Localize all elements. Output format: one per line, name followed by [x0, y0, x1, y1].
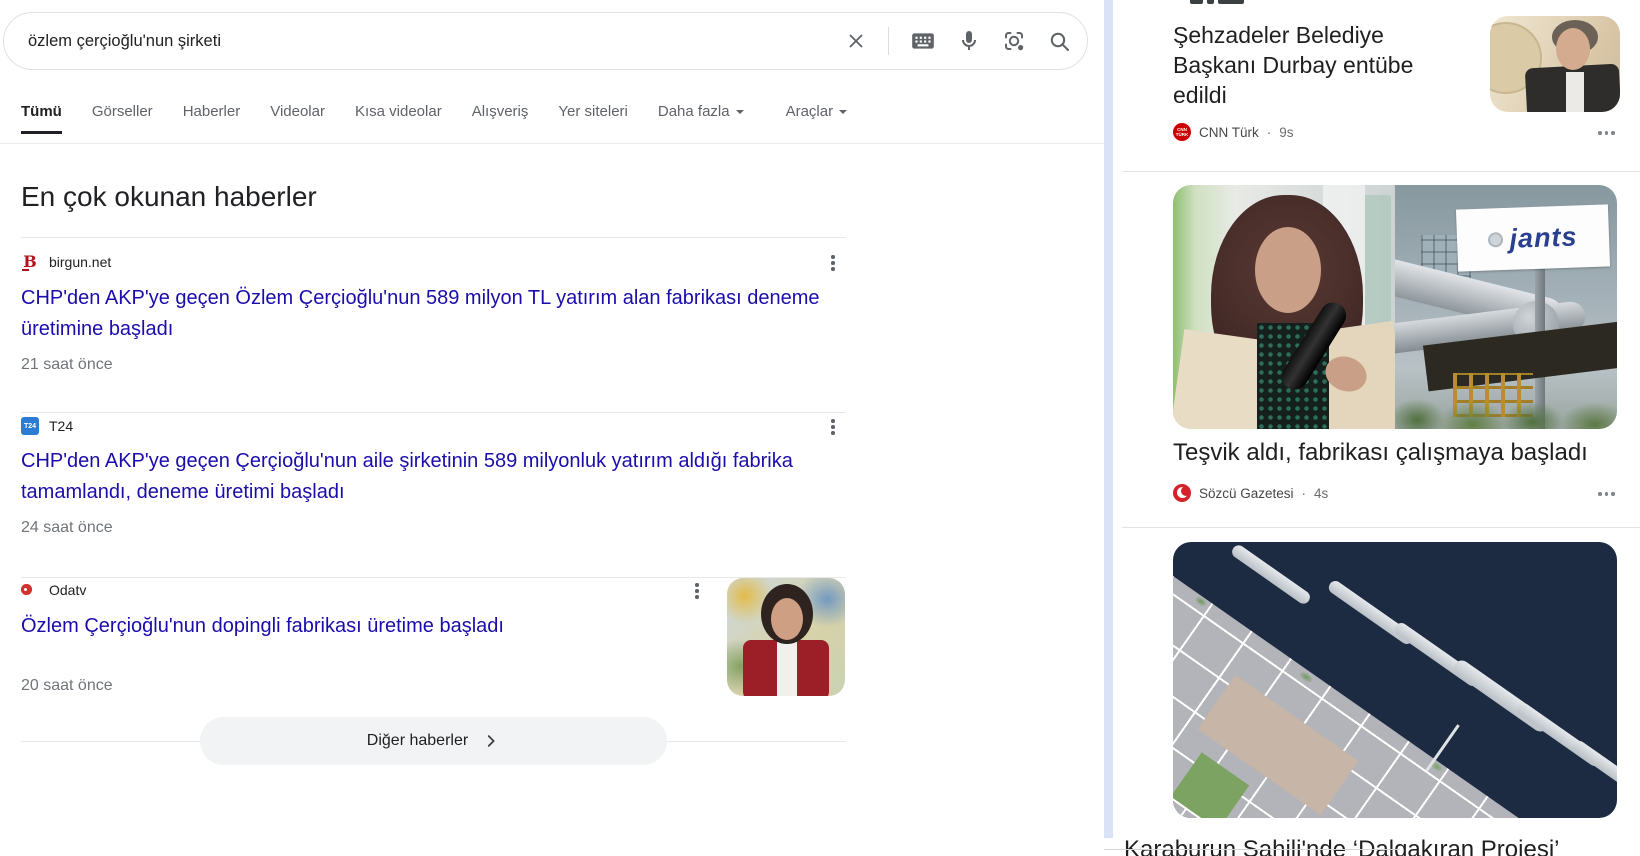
result-timestamp: 24 saat önce: [21, 519, 113, 537]
tab-kisa-videolar[interactable]: Kısa videolar: [355, 103, 442, 134]
panel-divider: [1122, 171, 1640, 172]
panel-divider: [1122, 527, 1640, 528]
keyboard-icon[interactable]: [910, 28, 936, 54]
tab-videolar[interactable]: Videolar: [270, 103, 325, 134]
panel-card-title-cut[interactable]: Karaburun Sahili'nde ‘Dalgakıran Projesi…: [1124, 836, 1560, 856]
divider: [21, 237, 846, 238]
result-menu-icon[interactable]: [824, 418, 842, 436]
odatv-favicon: [21, 581, 39, 599]
result-menu-icon[interactable]: [824, 254, 842, 272]
result-title-link[interactable]: CHP'den AKP'ye geçen Çerçioğlu'nun aile …: [21, 446, 836, 508]
tabs-divider: [0, 143, 1104, 144]
news-section-heading: En çok okunan haberler: [21, 181, 317, 213]
cnn-turk-favicon: CNNTÜRK: [1173, 123, 1191, 141]
panel-card-source-row: Sözcü Gazetesi · 4s: [1173, 484, 1328, 502]
factory-photo: jants: [1395, 185, 1617, 429]
lens-camera-icon[interactable]: [1002, 29, 1026, 53]
factory-sign: jants: [1456, 204, 1610, 271]
tab-haberler[interactable]: Haberler: [183, 103, 241, 134]
tab-tumu[interactable]: Tümü: [21, 103, 62, 134]
result-title-link[interactable]: CHP'den AKP'ye geçen Özlem Çerçioğlu'nun…: [21, 283, 836, 345]
panel-card-thumbnail[interactable]: [1490, 16, 1620, 112]
meta-dot: ·: [1267, 125, 1272, 140]
tab-araclar[interactable]: Araçlar: [786, 103, 848, 134]
more-news-button[interactable]: Diğer haberler: [200, 717, 667, 765]
result-timestamp: 20 saat önce: [21, 677, 113, 695]
sozcu-favicon: [1173, 484, 1191, 502]
panel-card-time: 9s: [1279, 125, 1293, 140]
meta-dot: ·: [1302, 486, 1307, 501]
t24-favicon: T24: [21, 417, 39, 435]
panel-card-image[interactable]: [1173, 542, 1617, 818]
birgun-favicon: B: [21, 253, 39, 271]
panel-card-menu-icon[interactable]: [1598, 492, 1615, 496]
search-input[interactable]: [28, 13, 648, 69]
result-source-name: Odatv: [49, 582, 86, 598]
result-title-link[interactable]: Özlem Çerçioğlu'nun dopingli fabrikası ü…: [21, 611, 671, 642]
search-bar-divider: [888, 27, 889, 55]
chevron-right-icon: [482, 732, 500, 750]
result-source-row: T24 T24: [21, 417, 73, 435]
result-source-name: birgun.net: [49, 254, 111, 270]
mic-icon[interactable]: [957, 29, 981, 53]
screen: Tümü Görseller Haberler Videolar Kısa vi…: [0, 0, 1640, 856]
breakwater: [1570, 738, 1617, 806]
result-source-name: T24: [49, 418, 73, 434]
clear-icon[interactable]: [845, 30, 867, 52]
clipped-text-fragment: [1218, 0, 1244, 4]
tab-daha-fazla[interactable]: Daha fazla: [658, 103, 744, 134]
tab-alisveris[interactable]: Alışveriş: [472, 103, 529, 134]
search-icon[interactable]: [1047, 29, 1071, 53]
divider: [21, 577, 846, 578]
panel-card-source: CNN Türk: [1199, 125, 1259, 140]
breakwater: [1230, 543, 1313, 606]
panel-card-title[interactable]: Teşvik aldı, fabrikası çalışmaya başladı: [1173, 438, 1623, 468]
speaker-photo: [1173, 185, 1395, 429]
result-source-row: Odatv: [21, 581, 86, 599]
panel-card-time: 4s: [1314, 486, 1328, 501]
panel-left-edge: [1104, 0, 1113, 838]
divider: [21, 412, 846, 413]
clipped-text-fragment: [1207, 0, 1214, 4]
panel-card-title[interactable]: Şehzadeler Belediye Başkanı Durbay entüb…: [1173, 20, 1441, 110]
tab-gorseller[interactable]: Görseller: [92, 103, 153, 134]
tab-yer-siteleri[interactable]: Yer siteleri: [558, 103, 627, 134]
panel-card-image[interactable]: jants: [1173, 185, 1617, 429]
clipped-text-fragment: [1190, 0, 1203, 4]
result-tabs: Tümü Görseller Haberler Videolar Kısa vi…: [21, 103, 847, 134]
result-thumbnail[interactable]: [727, 578, 845, 696]
result-source-row: B birgun.net: [21, 253, 111, 271]
panel-card-source-row: CNNTÜRK CNN Türk · 9s: [1173, 123, 1294, 141]
panel-card-menu-icon[interactable]: [1598, 131, 1615, 135]
panel-card-source: Sözcü Gazetesi: [1199, 486, 1294, 501]
panel-bottom-line: [1104, 849, 1400, 850]
result-menu-icon[interactable]: [688, 582, 706, 600]
search-bar[interactable]: [3, 12, 1088, 70]
result-timestamp: 21 saat önce: [21, 356, 113, 374]
